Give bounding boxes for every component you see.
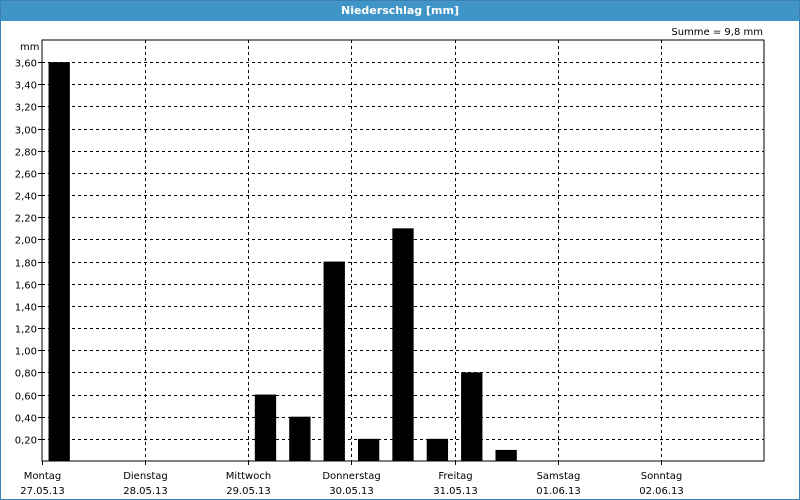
x-tick-label-day: Samstag [537, 471, 581, 482]
x-tick-label-day: Donnerstag [322, 471, 380, 482]
x-tick-label-date: 27.05.13 [20, 486, 65, 497]
axes: 0,20 0,40 0,60 0,80 1,00 1,20 1,40 1,60 1,80 2,00… [15, 39, 765, 497]
bar [426, 438, 449, 461]
y-tick-label: 0,20 [15, 436, 37, 447]
y-tick-label: 2,00 [15, 236, 37, 247]
x-tick-label-date: 31.05.13 [433, 486, 478, 497]
x-tick-label-day: Dienstag [123, 471, 168, 482]
y-tick-label: 0,40 [15, 414, 37, 425]
y-tick-label: 1,60 [15, 281, 37, 292]
bars [48, 62, 517, 461]
y-tick-label: 3,40 [15, 81, 37, 92]
x-tick-label-day: Montag [24, 471, 61, 482]
y-tick-label: 0,60 [15, 392, 37, 403]
y-tick-label: 1,00 [15, 347, 37, 358]
x-tick-label-day: Sonntag [641, 471, 683, 482]
x-tick-label-date: 29.05.13 [226, 486, 271, 497]
y-tick-label: 0,80 [15, 369, 37, 380]
y-tick-label: 1,40 [15, 303, 37, 314]
x-tick-label-date: 30.05.13 [329, 486, 374, 497]
x-tick-label-day: Freitag [438, 471, 472, 482]
y-tick-label: 3,60 [15, 59, 37, 70]
y-tick-label: 3,00 [15, 126, 37, 137]
x-tick-label-date: 02.06.13 [639, 486, 684, 497]
y-tick-label: 2,20 [15, 214, 37, 225]
precipitation-chart: 0,20 0,40 0,60 0,80 1,00 1,20 1,40 1,60 1,80 2,00… [15, 39, 765, 497]
bar [254, 394, 277, 461]
x-tick-label-date: 01.06.13 [536, 486, 581, 497]
y-tick-label: 1,80 [15, 259, 37, 270]
x-tick-label-day: Mittwoch [226, 471, 271, 482]
bar [495, 449, 517, 461]
y-tick-label: 3,20 [15, 103, 37, 114]
y-tick-label: 2,80 [15, 148, 37, 159]
y-tick-label: 2,60 [15, 170, 37, 181]
x-tick-label-date: 28.05.13 [123, 486, 168, 497]
bar [357, 438, 380, 461]
y-tick-label: 2,40 [15, 192, 37, 203]
bar [323, 261, 345, 461]
y-tick-label: 1,20 [15, 325, 37, 336]
bar [461, 372, 483, 461]
y-axis-label: mm [20, 42, 39, 53]
bar [289, 416, 311, 461]
bar [48, 62, 70, 461]
bar [392, 228, 414, 461]
